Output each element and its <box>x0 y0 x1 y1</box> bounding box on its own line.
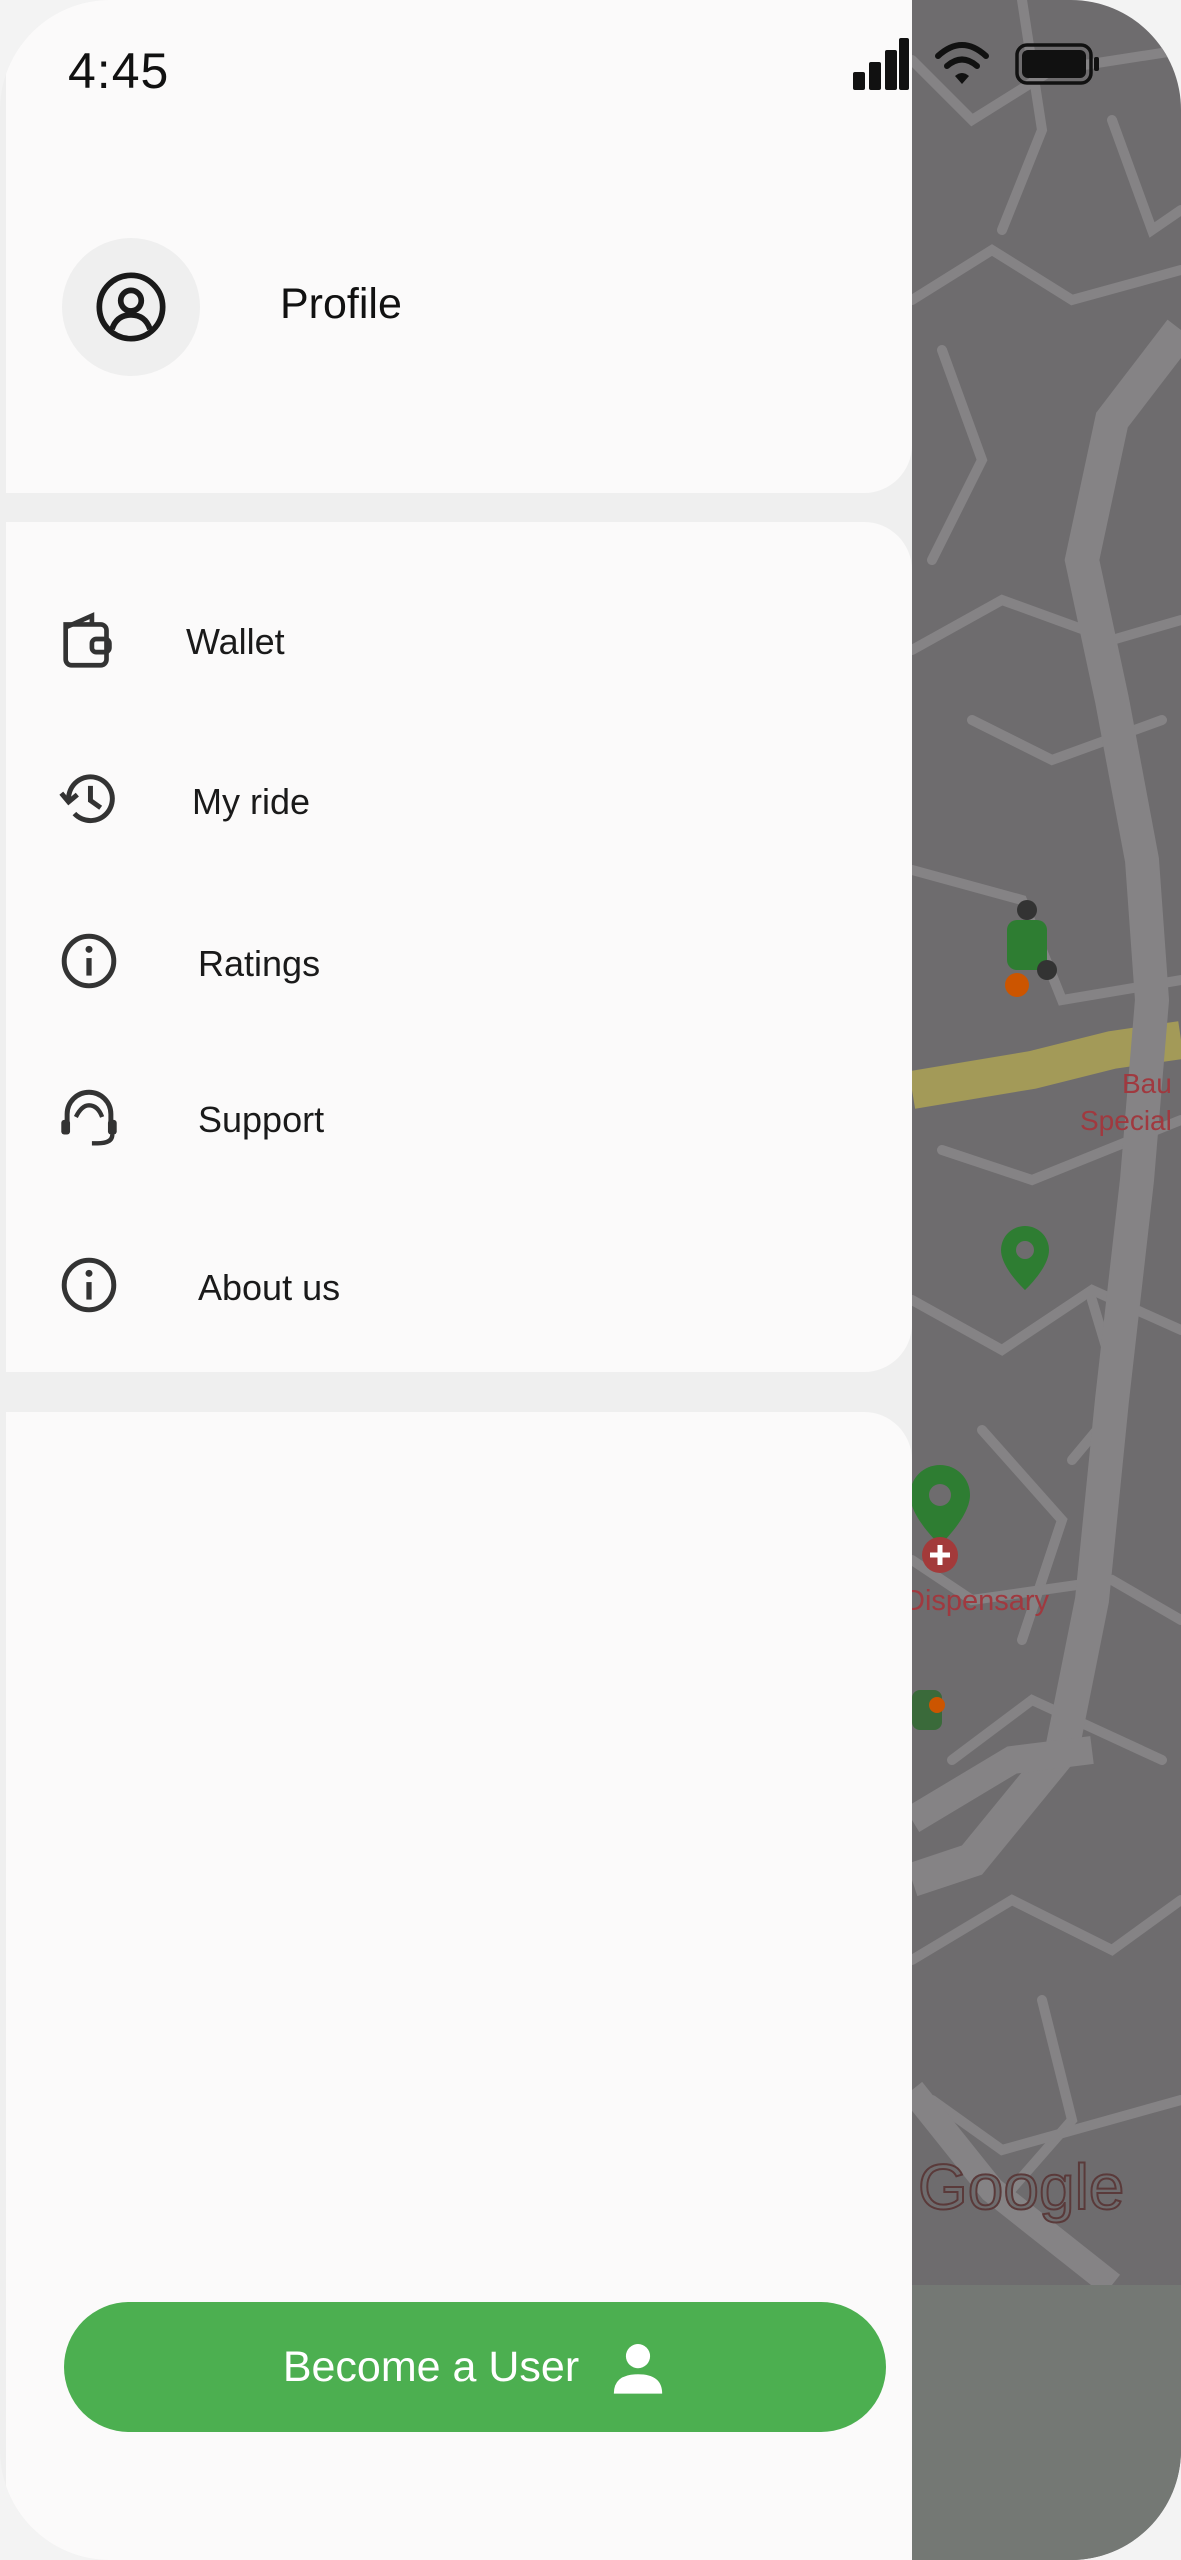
user-circle-icon <box>96 272 166 342</box>
menu-item-my-ride[interactable]: My ride <box>6 734 912 864</box>
become-user-button[interactable]: Become a User <box>64 2302 886 2432</box>
map-view[interactable]: Bau Special Dispensary Google <box>904 0 1181 2560</box>
menu-item-support[interactable]: Support <box>6 1052 912 1182</box>
wifi-icon <box>935 42 989 84</box>
menu-item-about-us[interactable]: About us <box>6 1220 912 1350</box>
map-label: Special <box>1080 1105 1172 1136</box>
menu-item-label: Support <box>198 1099 325 1140</box>
map-label: Dispensary <box>904 1585 1050 1617</box>
google-attribution: Google <box>917 2150 1125 2224</box>
location-pin-icon[interactable] <box>912 1465 970 1573</box>
history-icon <box>59 774 115 824</box>
menu-card: Wallet My ride Ratings Support About us <box>6 522 912 1372</box>
phone-screen: Bau Special Dispensary Google 4:45 Walle… <box>0 0 1181 2560</box>
battery-icon <box>1015 43 1099 85</box>
map-roads <box>912 0 1181 2285</box>
info-icon <box>61 1257 117 1313</box>
menu-item-label: About us <box>198 1267 341 1308</box>
become-user-label: Become a User <box>282 2342 580 2391</box>
menu-item-label: My ride <box>192 781 311 822</box>
scooter-marker-icon[interactable] <box>912 1690 945 1730</box>
menu-item-wallet[interactable]: Wallet <box>6 574 912 704</box>
map-bottom-band <box>912 2285 1181 2560</box>
signal-icon <box>853 38 909 90</box>
wallet-icon <box>63 612 112 668</box>
map-label: Bau <box>1122 1068 1172 1099</box>
menu-item-label: Wallet <box>186 621 285 662</box>
status-time: 4:45 <box>68 43 170 99</box>
headset-icon <box>61 1089 117 1146</box>
avatar[interactable] <box>62 238 200 376</box>
scooter-marker-icon[interactable] <box>1005 900 1057 997</box>
menu-item-ratings[interactable]: Ratings <box>6 896 912 1026</box>
navigation-drawer: 4:45 Wallet My ride Ratings Support Abou… <box>6 0 912 2560</box>
person-icon <box>614 2344 663 2394</box>
info-icon <box>61 933 117 989</box>
status-bar-icons <box>851 38 1101 90</box>
menu-item-label: Ratings <box>198 943 321 984</box>
location-pin-icon[interactable] <box>1001 1226 1049 1290</box>
profile-label[interactable]: Profile <box>280 280 402 329</box>
